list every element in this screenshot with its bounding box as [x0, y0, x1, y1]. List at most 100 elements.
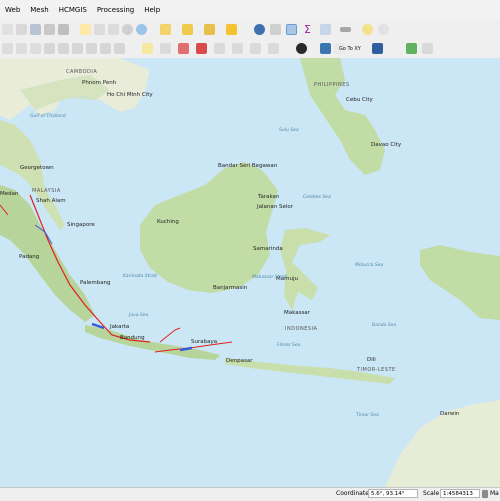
plugin-search-icon[interactable]	[406, 43, 417, 54]
menu-bar: Web Mesh HCMGIS Processing Help	[0, 0, 500, 20]
paste-icon[interactable]	[86, 43, 97, 54]
city-label: Davao City	[371, 142, 402, 148]
label-move-icon[interactable]	[214, 43, 225, 54]
country-label: PHILIPPINES	[314, 82, 350, 88]
select-feature-icon[interactable]	[160, 24, 171, 35]
city-label: Kuching	[157, 219, 179, 225]
sigma-icon[interactable]: Σ	[302, 24, 313, 35]
map-canvas[interactable]: CAMBODIA PHILIPPINES MALAYSIA INDONESIA …	[0, 58, 500, 487]
city-label: Banjarmasin	[213, 285, 248, 291]
sea-label: Sulu Sea	[279, 128, 299, 133]
gear-dropdown-icon[interactable]	[378, 24, 389, 35]
city-label: Makassar	[284, 310, 310, 316]
scale-field[interactable]: 1:4584313	[440, 489, 480, 498]
redo-icon[interactable]	[114, 43, 125, 54]
city-label: Palembang	[80, 280, 111, 286]
basemap	[0, 58, 500, 487]
coordinate-label: Coordinate	[336, 490, 369, 497]
city-label: Singapore	[67, 222, 95, 228]
magnifier-label: Ma	[490, 490, 499, 497]
node-tool-icon[interactable]	[16, 43, 27, 54]
coordinate-field[interactable]: 5.6°, 93.14°	[368, 489, 418, 498]
sea-label: Timor Sea	[356, 413, 379, 418]
magnifier-lock-icon[interactable]	[482, 490, 488, 498]
measure-icon[interactable]	[340, 27, 351, 32]
annotation-icon[interactable]	[362, 24, 373, 35]
copy-icon[interactable]	[72, 43, 83, 54]
toolbar-secondary: Go To XY	[0, 40, 500, 59]
label-tool-icon[interactable]	[160, 43, 171, 54]
table-icon[interactable]	[320, 24, 331, 35]
city-label: Ho Chi Minh City	[107, 92, 153, 98]
city-label: Cebu City	[346, 97, 373, 103]
city-label: Jalanan Selor	[257, 204, 294, 210]
sea-label: Banda Sea	[372, 323, 397, 328]
country-label: MALAYSIA	[32, 188, 61, 194]
pan-icon[interactable]	[80, 24, 91, 35]
city-label: Padang	[19, 254, 40, 260]
label-abc-icon[interactable]	[142, 43, 153, 54]
plugin-icon[interactable]	[422, 43, 433, 54]
city-label: Bandung	[120, 335, 145, 341]
layer-add-icon[interactable]	[30, 43, 41, 54]
scale-label: Scale	[423, 490, 440, 497]
toolbar-main: Σ	[0, 20, 500, 41]
label-change-icon[interactable]	[250, 43, 261, 54]
label-prop-icon[interactable]	[268, 43, 279, 54]
undo-icon[interactable]	[100, 43, 111, 54]
city-label: Darwin	[440, 411, 460, 417]
sea-label: Java Sea	[129, 313, 149, 318]
city-label: Georgetown	[20, 165, 54, 171]
country-label: TIMOR-LESTE	[357, 367, 396, 373]
open-icon[interactable]	[16, 24, 27, 35]
layout-icon[interactable]	[44, 24, 55, 35]
menu-web[interactable]: Web	[0, 6, 25, 14]
print-icon[interactable]	[58, 24, 69, 35]
sea-label: Karimata Strait	[123, 274, 157, 279]
edit-toggle-icon[interactable]	[2, 43, 13, 54]
save-icon[interactable]	[30, 24, 41, 35]
city-label: Tarakan	[258, 194, 280, 200]
status-bar: Coordinate 5.6°, 93.14° Scale 1:4584313 …	[0, 487, 500, 501]
city-label: Bandar Seri Begawan	[218, 163, 278, 169]
clock-icon[interactable]	[122, 24, 133, 35]
city-label: Shah Alam	[36, 198, 66, 204]
menu-help[interactable]: Help	[139, 6, 165, 14]
settings-gear-icon[interactable]	[286, 24, 297, 35]
menu-mesh[interactable]: Mesh	[25, 6, 53, 14]
city-label: Phnom Penh	[82, 80, 117, 86]
expression-select-icon[interactable]	[226, 24, 237, 35]
new-project-icon[interactable]	[2, 24, 13, 35]
sea-label: Celebes Sea	[303, 195, 331, 200]
sea-label: Flores Sea	[277, 343, 301, 348]
zoom-out-icon[interactable]	[108, 24, 119, 35]
cut-icon[interactable]	[58, 43, 69, 54]
city-label: Medan	[0, 191, 19, 197]
attribute-table-icon[interactable]	[270, 24, 281, 35]
globe-icon[interactable]	[296, 43, 307, 54]
city-label: Samarinda	[253, 246, 283, 252]
select-dropdown-icon[interactable]	[182, 24, 193, 35]
country-label: CAMBODIA	[66, 69, 98, 75]
label-show-icon[interactable]	[196, 43, 207, 54]
sea-label: Molucca Sea	[355, 263, 384, 268]
help-icon[interactable]	[372, 43, 383, 54]
country-label: INDONESIA	[285, 326, 318, 332]
python-icon[interactable]	[320, 43, 331, 54]
delete-icon[interactable]	[44, 43, 55, 54]
menu-hcmgis[interactable]: HCMGIS	[54, 6, 92, 14]
city-label: Surabaya	[191, 339, 218, 345]
sea-label: Makassar Strait	[252, 275, 287, 280]
identify-icon[interactable]	[254, 24, 265, 35]
label-pin-icon[interactable]	[178, 43, 189, 54]
refresh-icon[interactable]	[136, 24, 147, 35]
city-label: Dili	[367, 357, 376, 363]
label-rotate-icon[interactable]	[232, 43, 243, 54]
sea-label: Gulf of Thailand	[30, 114, 66, 119]
city-label: Jakarta	[110, 324, 130, 330]
city-label: Denpasar	[226, 358, 253, 364]
deselect-icon[interactable]	[204, 24, 215, 35]
menu-processing[interactable]: Processing	[92, 6, 139, 14]
zoom-in-icon[interactable]	[94, 24, 105, 35]
goto-xy-label[interactable]: Go To XY	[339, 46, 361, 52]
